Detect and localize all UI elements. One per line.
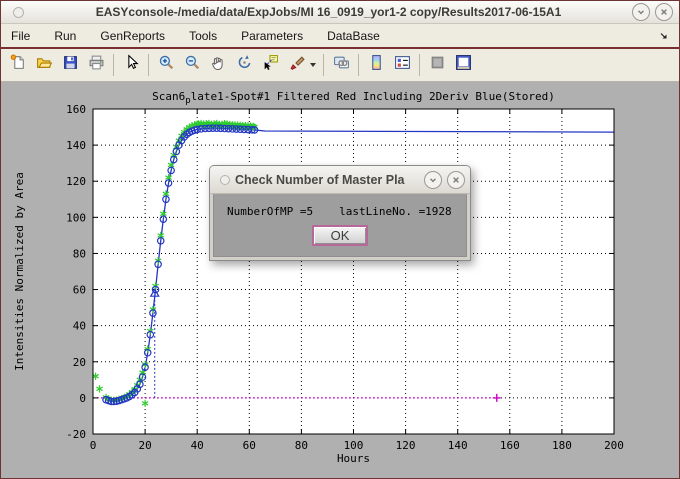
minimize-button[interactable]	[632, 3, 650, 21]
save-button[interactable]	[57, 52, 83, 78]
show-plot-tools-icon	[455, 54, 472, 76]
svg-text:160: 160	[500, 439, 520, 452]
legend-icon	[394, 54, 411, 76]
zoom-out-button[interactable]	[179, 52, 205, 78]
ok-button[interactable]: OK	[312, 225, 368, 246]
svg-text:140: 140	[66, 139, 86, 152]
svg-text:0: 0	[79, 392, 86, 405]
dialog-body: NumberOfMP =5 lastLineNo. =1928 OK	[213, 194, 467, 257]
edit-plot-button[interactable]	[118, 52, 144, 78]
window-titlebar: EASYconsole-/media/data/ExpJobs/MI 16_09…	[1, 1, 679, 24]
dialog-close-button[interactable]	[447, 171, 465, 189]
show-plot-tools-button[interactable]	[450, 52, 476, 78]
svg-text:180: 180	[552, 439, 572, 452]
close-button[interactable]	[655, 3, 673, 21]
hand-icon	[210, 54, 227, 76]
svg-text:80: 80	[295, 439, 308, 452]
svg-text:120: 120	[66, 175, 86, 188]
last-line-no-value: lastLineNo. =1928	[339, 205, 452, 218]
pan-button[interactable]	[205, 52, 231, 78]
menu-run[interactable]: Run	[52, 27, 78, 45]
brush-icon	[288, 54, 305, 76]
svg-text:Intensities Normalized by Area: Intensities Normalized by Area	[13, 172, 26, 371]
toolbar-separator	[419, 54, 420, 76]
menu-genreports[interactable]: GenReports	[98, 27, 167, 45]
dialog-menu-icon[interactable]	[220, 175, 230, 185]
close-x-icon	[451, 175, 461, 185]
hide-plot-tools-button[interactable]	[424, 52, 450, 78]
menu-database[interactable]: DataBase	[325, 27, 382, 45]
growth-curve-chart: 0 20 40 60 80 100 120 140 160 180 200 -20 0 20 40 60 80 1…	[1, 82, 680, 479]
save-floppy-icon	[62, 54, 79, 76]
arrow-cursor-icon	[123, 54, 140, 76]
rotate-3d-icon	[236, 54, 253, 76]
window-title: EASYconsole-/media/data/ExpJobs/MI 16_09…	[30, 5, 627, 19]
svg-text:40: 40	[191, 439, 204, 452]
figure-canvas: 0 20 40 60 80 100 120 140 160 180 200 -20 0 20 40 60 80 1…	[1, 82, 679, 479]
new-document-icon	[10, 54, 27, 76]
dialog-minimize-button[interactable]	[424, 171, 442, 189]
dialog-titlebar[interactable]: Check Number of Master Pla	[210, 166, 470, 194]
menu-tools[interactable]: Tools	[187, 27, 219, 45]
dialog-title: Check Number of Master Pla	[235, 173, 419, 187]
tear-off-arrow-icon	[659, 31, 669, 41]
close-x-icon	[659, 7, 669, 17]
svg-text:200: 200	[604, 439, 624, 452]
chevron-down-icon	[428, 175, 438, 185]
zoom-in-button[interactable]	[153, 52, 179, 78]
easyconsole-window: EASYconsole-/media/data/ExpJobs/MI 16_09…	[0, 0, 680, 479]
svg-text:Hours: Hours	[337, 452, 370, 465]
link-plot-button[interactable]	[328, 52, 354, 78]
svg-text:60: 60	[243, 439, 256, 452]
toolbar-separator	[148, 54, 149, 76]
insert-legend-button[interactable]	[389, 52, 415, 78]
open-folder-icon	[36, 54, 53, 76]
rotate-3d-button[interactable]	[231, 52, 257, 78]
hide-plot-tools-icon	[429, 54, 446, 76]
svg-text:120: 120	[396, 439, 416, 452]
toolbar-separator	[113, 54, 114, 76]
svg-text:100: 100	[344, 439, 364, 452]
svg-text:160: 160	[66, 103, 86, 116]
zoom-out-icon	[184, 54, 201, 76]
svg-text:80: 80	[73, 247, 86, 260]
chevron-down-icon	[636, 7, 646, 17]
svg-text:Scan6plate1-Spot#1 Filtered Re: Scan6plate1-Spot#1 Filtered Red Includin…	[152, 90, 555, 106]
open-file-button[interactable]	[31, 52, 57, 78]
data-cursor-button[interactable]	[257, 52, 283, 78]
menu-parameters[interactable]: Parameters	[239, 27, 305, 45]
svg-text:20: 20	[138, 439, 151, 452]
menu-bar: File Run GenReports Tools Parameters Dat…	[1, 24, 679, 49]
number-of-mp-value: NumberOfMP =5	[227, 205, 313, 218]
insert-colorbar-button[interactable]	[363, 52, 389, 78]
svg-text:100: 100	[66, 211, 86, 224]
toolbar-separator	[358, 54, 359, 76]
check-master-plates-dialog: Check Number of Master Pla NumberOfMP =5…	[209, 165, 471, 261]
svg-text:140: 140	[448, 439, 468, 452]
svg-text:0: 0	[90, 439, 97, 452]
zoom-in-icon	[158, 54, 175, 76]
printer-icon	[88, 54, 105, 76]
menu-file[interactable]: File	[9, 27, 32, 45]
dialog-info-line: NumberOfMP =5 lastLineNo. =1928	[214, 194, 466, 218]
new-document-button[interactable]	[5, 52, 31, 78]
figure-toolbar	[1, 49, 679, 82]
toolbar-separator	[323, 54, 324, 76]
link-plot-icon	[333, 54, 350, 76]
svg-text:40: 40	[73, 320, 86, 333]
svg-text:20: 20	[73, 356, 86, 369]
colorbar-icon	[368, 54, 385, 76]
svg-text:-20: -20	[66, 428, 86, 441]
svg-text:60: 60	[73, 284, 86, 297]
data-cursor-icon	[262, 54, 279, 76]
window-menu-icon[interactable]	[13, 7, 24, 18]
print-button[interactable]	[83, 52, 109, 78]
brush-dropdown-caret-icon[interactable]	[310, 63, 316, 67]
brush-data-button[interactable]	[283, 52, 309, 78]
